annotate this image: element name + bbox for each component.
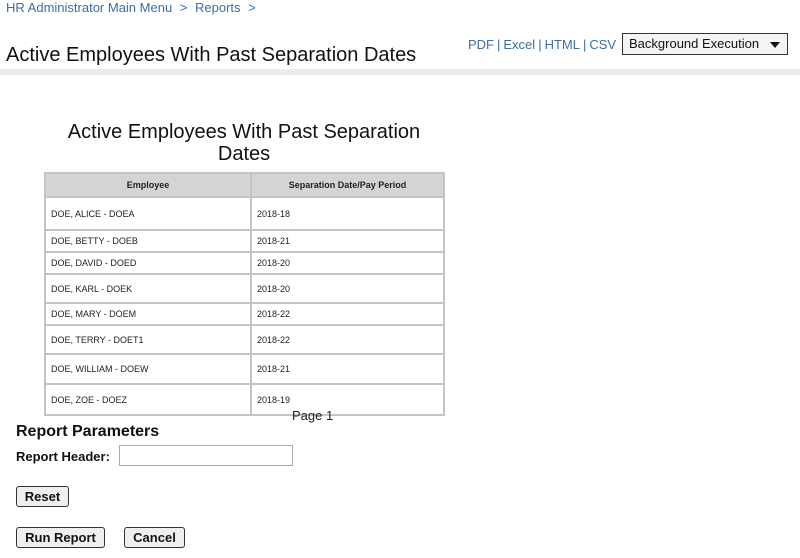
cancel-button[interactable]: Cancel [124,527,185,548]
separation-date-cell: 2018-20 [250,251,445,275]
report-header-label: Report Header: [16,449,110,464]
page-title: Active Employees With Past Separation Da… [6,44,417,66]
table-row: DOE, DAVID - DOED 2018-20 [44,251,445,275]
reset-button[interactable]: Reset [16,486,69,507]
export-csv-link[interactable]: CSV [589,37,616,52]
breadcrumb: HR Administrator Main Menu > Reports > [6,0,260,15]
run-report-button[interactable]: Run Report [16,527,105,548]
employee-cell: DOE, BETTY - DOEB [44,229,252,253]
separation-date-cell: 2018-22 [250,324,445,355]
page-number: Page 1 [292,408,334,423]
separation-date-cell: 2018-22 [250,302,445,326]
execution-mode-selected: Background Execution [629,36,760,51]
employee-cell: DOE, MARY - DOEM [44,302,252,326]
breadcrumb-hr-admin-main-menu[interactable]: HR Administrator Main Menu [6,0,172,15]
employee-cell: DOE, ZOE - DOEZ [44,383,252,416]
export-html-link[interactable]: HTML [545,37,580,52]
report-title: Active Employees With Past Separation Da… [67,121,421,165]
column-header-employee: Employee [44,172,252,198]
table-row: DOE, MARY - DOEM 2018-22 [44,302,445,326]
employee-cell: DOE, DAVID - DOED [44,251,252,275]
breadcrumb-separator: > [248,0,256,15]
table-row: DOE, TERRY - DOET1 2018-22 [44,324,445,355]
execution-mode-select[interactable]: Background Execution [622,33,788,55]
table-row: DOE, ALICE - DOEA 2018-18 [44,196,445,231]
employee-cell: DOE, KARL - DOEK [44,273,252,304]
employee-cell: DOE, WILLIAM - DOEW [44,353,252,385]
link-separator: | [538,37,542,52]
header-divider [0,69,800,75]
link-separator: | [497,37,501,52]
separation-date-cell: 2018-21 [250,229,445,253]
export-links: PDF | Excel | HTML | CSV [468,37,616,52]
separation-date-cell: 2018-21 [250,353,445,385]
breadcrumb-reports[interactable]: Reports [195,0,241,15]
table-row: DOE, KARL - DOEK 2018-20 [44,273,445,304]
chevron-down-icon [770,42,780,48]
export-pdf-link[interactable]: PDF [468,37,494,52]
report-header-input[interactable] [119,445,293,466]
report-parameters-title: Report Parameters [16,423,160,440]
table-row: DOE, WILLIAM - DOEW 2018-21 [44,353,445,385]
breadcrumb-separator: > [179,0,188,15]
separation-date-cell: 2018-19 [250,383,445,416]
table-row: DOE, BETTY - DOEB 2018-21 [44,229,445,253]
employee-cell: DOE, ALICE - DOEA [44,196,252,231]
table-row: DOE, ZOE - DOEZ 2018-19 [44,383,445,416]
link-separator: | [582,37,587,52]
employee-cell: DOE, TERRY - DOET1 [44,324,252,355]
separation-date-cell: 2018-20 [250,273,445,304]
export-excel-link[interactable]: Excel [503,37,535,52]
column-header-separation-date: Separation Date/Pay Period [250,172,445,198]
table-header-row: Employee Separation Date/Pay Period [44,172,445,198]
separation-date-cell: 2018-18 [250,196,445,231]
report-table: Employee Separation Date/Pay Period DOE,… [44,172,445,416]
